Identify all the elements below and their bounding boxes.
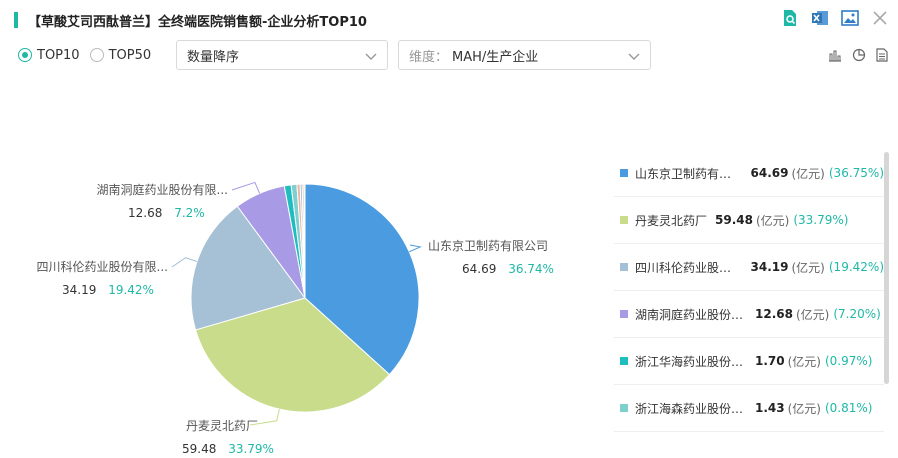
image-export-icon[interactable]: [840, 8, 860, 28]
pie-chart-icon[interactable]: [852, 47, 866, 63]
legend-swatch-0: [620, 169, 628, 177]
radio-top10-label: TOP10: [37, 47, 80, 63]
pie-label-2-value: 34.19 19.42%: [62, 283, 154, 297]
view-switcher: [828, 47, 890, 63]
pie-label-0-percent: 36.74%: [508, 262, 554, 276]
page-title: 【草酸艾司西酞普兰】全终端医院销售额-企业分析TOP10: [28, 14, 367, 30]
legend-swatch-1: [620, 216, 628, 224]
pie-label-2-percent: 19.42%: [108, 283, 154, 297]
pie-label-1-number: 59.48: [182, 442, 216, 456]
legend-value: 1.70: [755, 354, 785, 368]
radio-top10[interactable]: TOP10: [18, 48, 80, 63]
dimension-select[interactable]: 维度： MAH/生产企业: [398, 40, 651, 70]
pie-label-3-percent: 7.2%: [174, 206, 205, 220]
legend-unit: (亿元): [791, 166, 825, 181]
pie-label-1-name: 丹麦灵北药厂: [186, 419, 258, 433]
excel-export-icon[interactable]: [810, 8, 830, 28]
legend-percent: (7.20%): [833, 307, 881, 321]
legend-value: 59.48: [715, 213, 753, 227]
radio-top50-dot[interactable]: [89, 48, 104, 62]
radio-top50[interactable]: TOP50: [89, 47, 152, 63]
chevron-down-icon: [628, 50, 640, 66]
table-icon[interactable]: [876, 47, 890, 63]
top-selector: TOP10 TOP50: [18, 40, 161, 70]
legend-item[interactable]: 浙江海森药业股份有… 1.43 (亿元) (0.81%): [614, 385, 884, 432]
legend-name: 丹麦灵北药厂: [635, 213, 708, 228]
legend-unit: (亿元): [791, 260, 825, 275]
legend-value: 1.43: [755, 401, 785, 415]
legend-item[interactable]: 四川科伦药业股份… 34.19 (亿元) (19.42%): [614, 244, 884, 291]
pie-label-0-name: 山东京卫制药有限公司: [428, 239, 548, 253]
legend-swatch-2: [620, 263, 628, 271]
legend-scrollbar[interactable]: [884, 152, 889, 384]
legend-item[interactable]: 浙江华海药业股份有… 1.70 (亿元) (0.97%): [614, 338, 884, 385]
pie-leader-line-2: [171, 257, 198, 268]
legend-value: 34.19: [750, 260, 789, 274]
radio-top50-label: TOP50: [108, 47, 152, 63]
pie-label-2-name: 四川科伦药业股份有限...: [37, 259, 168, 274]
search-document-icon[interactable]: [780, 8, 800, 28]
legend-percent: (33.79%): [793, 213, 849, 227]
legend-percent: (0.81%): [824, 401, 873, 415]
pie-slices: [190, 183, 420, 413]
legend-unit: (亿元): [787, 401, 821, 416]
bar-chart-icon[interactable]: [828, 47, 842, 63]
legend-percent: (36.75%): [828, 166, 884, 180]
title-bar: 【草酸艾司西酞普兰】全终端医院销售额-企业分析TOP10: [14, 10, 367, 30]
legend-item[interactable]: 丹麦灵北药厂 59.48 (亿元) (33.79%): [614, 197, 884, 244]
pie-label-1-percent: 33.79%: [228, 442, 274, 456]
pie-leader-line-0: [409, 244, 422, 253]
legend-percent: (0.97%): [824, 354, 873, 368]
pie-label-3-number: 12.68: [128, 206, 162, 220]
toolbar-top: [780, 8, 890, 28]
close-icon[interactable]: [870, 8, 890, 28]
pie-label-3-name: 湖南洞庭药业股份有限...: [97, 182, 228, 197]
legend-swatch-3: [620, 310, 628, 318]
pie-leader-line-3: [231, 181, 261, 194]
legend-unit: (亿元): [795, 307, 830, 322]
legend-item[interactable]: 山东京卫制药有限… 64.69 (亿元) (36.75%): [614, 150, 884, 197]
legend-percent: (19.42%): [828, 260, 884, 274]
dimension-select-prefix: 维度：: [409, 49, 449, 65]
legend: 山东京卫制药有限… 64.69 (亿元) (36.75%) 丹麦灵北药厂 59.…: [614, 150, 884, 432]
legend-unit: (亿元): [755, 213, 790, 228]
legend-value: 64.69: [750, 166, 789, 180]
sort-select[interactable]: 数量降序: [176, 40, 388, 70]
pie-chart: 山东京卫制药有限公司 64.69 36.74% 丹麦灵北药厂 59.48 33.…: [37, 181, 554, 456]
legend-name: 山东京卫制药有限…: [635, 166, 743, 181]
legend-name: 浙江华海药业股份有…: [635, 354, 747, 369]
legend-swatch-4: [620, 357, 628, 365]
legend-swatch-5: [620, 404, 628, 412]
legend-unit: (亿元): [787, 354, 821, 369]
pie-label-0-value: 64.69 36.74%: [462, 262, 554, 276]
legend-name: 湖南洞庭药业股份有…: [635, 307, 747, 322]
chevron-down-icon: [365, 50, 377, 66]
title-accent-bar: [14, 12, 18, 28]
legend-name: 浙江海森药业股份有…: [635, 401, 747, 416]
legend-item[interactable]: 湖南洞庭药业股份有… 12.68 (亿元) (7.20%): [614, 291, 884, 338]
pie-label-2-number: 34.19: [62, 283, 96, 297]
legend-name: 四川科伦药业股份…: [635, 260, 743, 275]
pie-label-0-number: 64.69: [462, 262, 496, 276]
sort-select-value: 数量降序: [187, 49, 240, 65]
pie-label-3-value: 12.68 7.2%: [128, 206, 205, 220]
pie-label-1-value: 59.48 33.79%: [182, 442, 274, 456]
legend-value: 12.68: [755, 307, 793, 321]
radio-top10-dot[interactable]: [18, 48, 32, 62]
dimension-select-value: MAH/生产企业: [452, 49, 539, 65]
